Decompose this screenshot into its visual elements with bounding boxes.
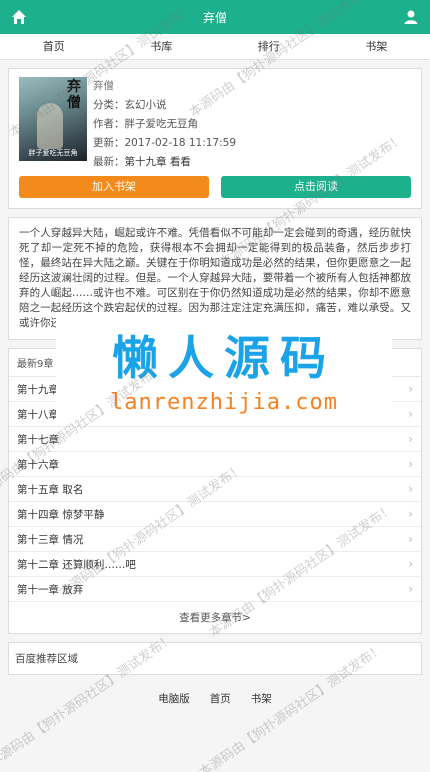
chapter-title: 第十八章 (17, 408, 59, 421)
latest-chapter-link[interactable]: 第十九章 看看 (125, 156, 191, 168)
main-nav: 首页 书库 排行 书架 (0, 34, 430, 60)
chevron-right-icon: › (408, 457, 413, 471)
chevron-right-icon: › (408, 432, 413, 446)
watermark-brand: 懒人源码 (112, 330, 336, 385)
cover-title: 弃僧 (67, 79, 81, 111)
chapter-item[interactable]: 第十三章 情况 › (9, 527, 421, 552)
start-reading-button[interactable]: 点击阅读 (221, 176, 411, 198)
home-icon[interactable] (10, 8, 28, 26)
chevron-right-icon: › (408, 532, 413, 546)
book-meta: 弃僧 分类：玄幻小说 作者：胖子爱吃无豆角 更新：2017-02-18 11:1… (93, 77, 236, 172)
chapter-item[interactable]: 第十一章 放弃 › (9, 577, 421, 602)
chapter-item[interactable]: 第十六章 › (9, 452, 421, 477)
footer-home-link[interactable]: 首页 (210, 691, 231, 706)
watermark-logo: 懒人源码 lanrenzhijia.com (56, 312, 392, 424)
book-name: 弃僧 (93, 80, 114, 92)
chapter-title: 第十二章 还算顺利……吧 (17, 558, 136, 571)
nav-item-bookshelf[interactable]: 书架 (323, 34, 430, 59)
chevron-right-icon: › (408, 382, 413, 396)
chapter-title: 第十六章 (17, 458, 59, 471)
chevron-right-icon: › (408, 407, 413, 421)
nav-item-rank[interactable]: 排行 (215, 34, 323, 59)
chapter-item[interactable]: 第十二章 还算顺利……吧 › (9, 552, 421, 577)
chevron-right-icon: › (408, 557, 413, 571)
chevron-right-icon: › (408, 507, 413, 521)
book-author: 作者：胖子爱吃无豆角 (93, 118, 198, 130)
book-cover[interactable]: 弃僧 胖子爱吃无豆角 (19, 77, 87, 161)
cover-author: 胖子爱吃无豆角 (28, 149, 78, 157)
footer-links: 电脑版 首页 书架 (0, 691, 430, 706)
chapter-title: 第十四章 惊梦平静 (17, 508, 105, 521)
book-updated: 更新：2017-02-18 11:17:59 (93, 137, 237, 149)
latest-label: 最新： (93, 156, 125, 168)
chapter-item[interactable]: 第十七章 › (9, 427, 421, 452)
cover-figure (37, 103, 63, 149)
chapter-item[interactable]: 第十五章 取名 › (9, 477, 421, 502)
watermark-url: lanrenzhijia.com (110, 389, 338, 415)
more-chapters-link[interactable]: 查看更多章节> (9, 602, 421, 633)
chapter-title: 第十七章 (17, 433, 59, 446)
chapter-title: 第十一章 放弃 (17, 583, 84, 596)
top-bar: 弃僧 (0, 0, 430, 34)
user-icon[interactable] (402, 8, 420, 26)
footer-desktop-link[interactable]: 电脑版 (158, 691, 190, 706)
chapter-item[interactable]: 第十四章 惊梦平静 › (9, 502, 421, 527)
chevron-right-icon: › (408, 582, 413, 596)
chapter-title: 第十五章 取名 (17, 483, 84, 496)
book-latest: 最新：第十九章 看看 (93, 153, 236, 172)
footer-bookshelf-link[interactable]: 书架 (251, 691, 272, 706)
chevron-right-icon: › (408, 482, 413, 496)
ad-area: 百度推荐区域 (8, 642, 422, 675)
nav-item-home[interactable]: 首页 (0, 34, 108, 59)
nav-item-library[interactable]: 书库 (108, 34, 216, 59)
add-to-shelf-button[interactable]: 加入书架 (19, 176, 209, 198)
book-info-card: 弃僧 胖子爱吃无豆角 弃僧 分类：玄幻小说 作者：胖子爱吃无豆角 更新：2017… (8, 68, 422, 209)
chapter-title: 第十三章 情况 (17, 533, 84, 546)
book-category: 分类：玄幻小说 (93, 99, 167, 111)
page-title: 弃僧 (202, 10, 227, 25)
